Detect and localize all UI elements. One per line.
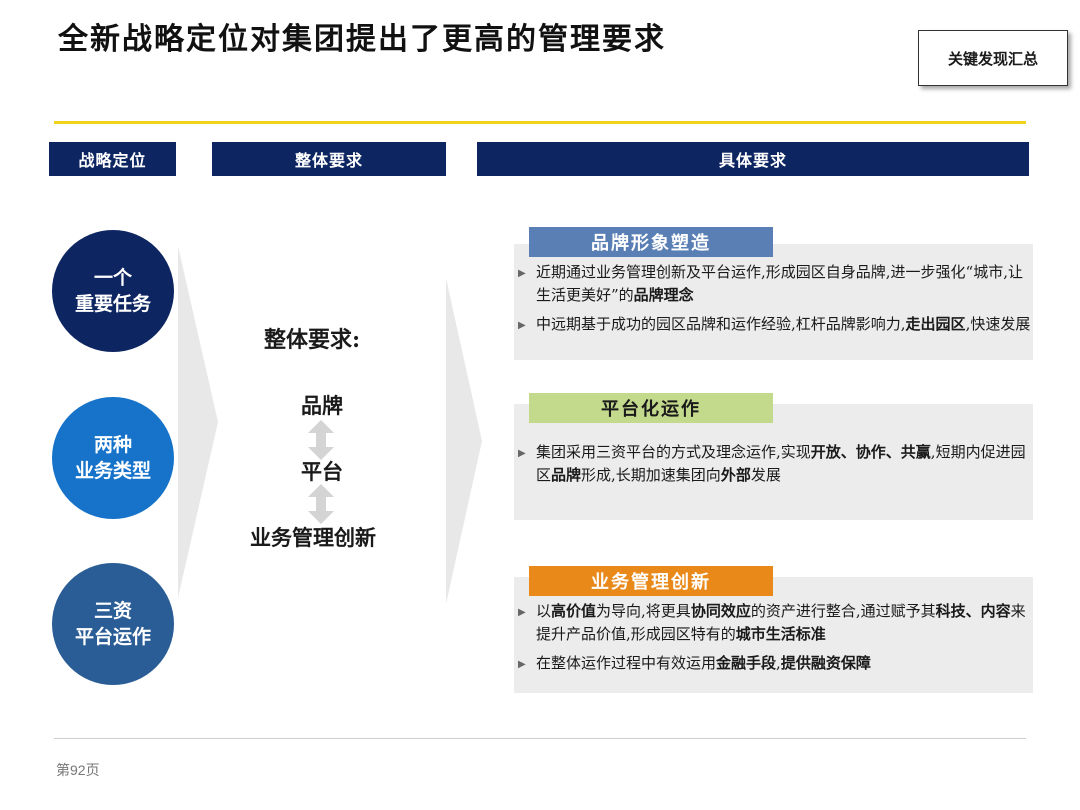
list-item: 中远期基于成功的园区品牌和运作经验,杠杆品牌影响力,走出园区,快速发展 [514, 313, 1034, 337]
footer-divider [54, 738, 1026, 739]
circle-line2: 平台运作 [74, 626, 151, 648]
overall-requirement-title: 整体要求: [264, 327, 361, 353]
strategy-circle-one-task: 一个 重要任务 [52, 230, 174, 352]
section-brand-bullets: 近期通过业务管理创新及平台运作,形成园区自身品牌,进一步强化“城市,让生活更美好… [514, 261, 1034, 342]
column-header-overall: 整体要求 [212, 142, 446, 176]
double-arrow-icon [308, 484, 334, 524]
requirement-platform: 平台 [301, 459, 343, 484]
circle-line1: 一个 [93, 267, 132, 289]
chevron-arrow-right-shape [446, 278, 482, 604]
section-tag-innovation: 业务管理创新 [529, 566, 773, 596]
section-tag-brand: 品牌形象塑造 [529, 227, 773, 257]
column-header-strategy: 战略定位 [49, 142, 176, 176]
circle-line1: 三资 [93, 600, 132, 622]
column-header-specific: 具体要求 [477, 142, 1029, 176]
circle-line1: 两种 [93, 434, 132, 456]
section-innovation-bullets: 以高价值为导向,将更具协同效应的资产进行整合,通过赋予其科技、内容来提升产品价值… [514, 600, 1034, 681]
requirement-business-innovation: 业务管理创新 [250, 525, 376, 550]
title-divider [54, 121, 1026, 124]
section-tag-platform: 平台化运作 [529, 393, 773, 423]
double-arrow-icon [308, 420, 334, 460]
circle-line2: 业务类型 [74, 460, 151, 482]
list-item: 以高价值为导向,将更具协同效应的资产进行整合,通过赋予其科技、内容来提升产品价值… [514, 600, 1034, 646]
requirement-brand: 品牌 [301, 393, 343, 418]
page-number: 第92页 [56, 762, 100, 778]
list-item: 近期通过业务管理创新及平台运作,形成园区自身品牌,进一步强化“城市,让生活更美好… [514, 261, 1034, 307]
strategy-circle-three-capitals: 三资 平台运作 [52, 563, 174, 685]
key-findings-summary-box[interactable]: 关键发现汇总 [918, 30, 1068, 86]
page-title: 全新战略定位对集团提出了更高的管理要求 [58, 22, 666, 57]
section-platform-bullets: 集团采用三资平台的方式及理念运作,实现开放、协作、共赢,短期内促进园区品牌形成,… [514, 441, 1034, 493]
circle-line2: 重要任务 [74, 293, 151, 315]
strategy-circle-two-types: 两种 业务类型 [52, 397, 174, 519]
list-item: 在整体运作过程中有效运用金融手段,提供融资保障 [514, 652, 1034, 676]
list-item: 集团采用三资平台的方式及理念运作,实现开放、协作、共赢,短期内促进园区品牌形成,… [514, 441, 1034, 487]
chevron-arrow-left-shape [178, 246, 218, 598]
